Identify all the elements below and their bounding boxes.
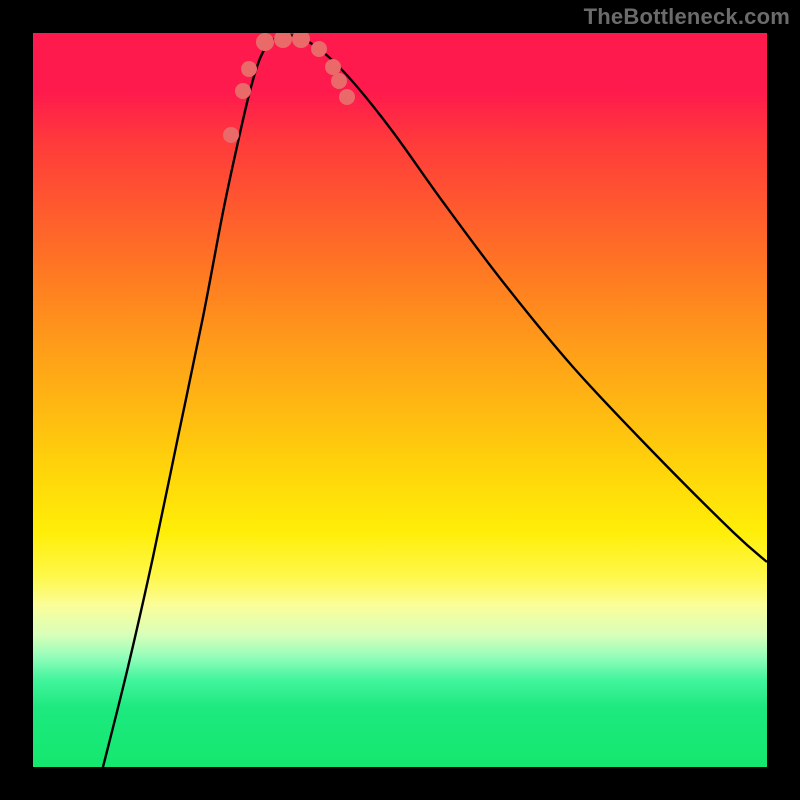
curve-marker	[292, 33, 310, 48]
curve-marker	[235, 83, 251, 99]
bottleneck-curve	[103, 35, 767, 767]
chart-stage: TheBottleneck.com	[0, 0, 800, 800]
curve-marker	[325, 59, 341, 75]
bottleneck-curve-svg	[33, 33, 767, 767]
curve-markers	[223, 33, 355, 143]
curve-marker	[256, 33, 274, 51]
curve-marker	[274, 33, 292, 48]
curve-marker	[311, 41, 327, 57]
curve-marker	[223, 127, 239, 143]
curve-marker	[339, 89, 355, 105]
curve-marker	[331, 73, 347, 89]
watermark-text: TheBottleneck.com	[584, 4, 790, 30]
plot-area	[33, 33, 767, 767]
curve-marker	[241, 61, 257, 77]
